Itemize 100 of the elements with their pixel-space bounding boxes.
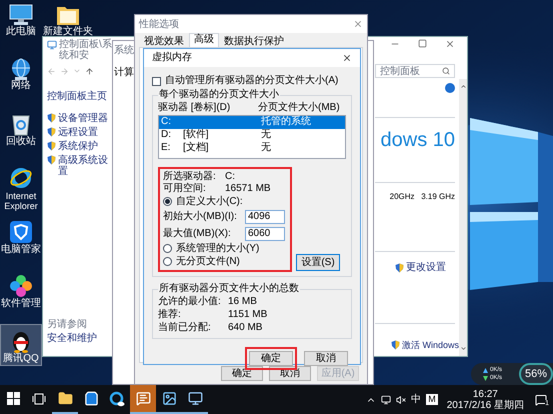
icon-label: 回收站 [6,137,36,147]
list-row[interactable]: D: [软件] 无 [159,129,345,142]
desktop-icon[interactable]: 此电脑 [0,0,42,38]
tab[interactable]: 高级 [189,33,219,47]
sidebar-link[interactable]: 高级系统设置 [58,155,113,177]
desktop-icon[interactable]: 网络 [0,54,42,92]
radio-button[interactable] [163,197,172,206]
radio-button[interactable] [163,244,172,253]
column-header: 驱动器 [卷标](D) [158,102,232,114]
search-field[interactable]: 控制面板 [375,64,455,78]
field-label: 所选驱动器: [163,171,217,182]
field-label: 推荐: [158,309,182,321]
maximize-icon[interactable] [418,39,427,48]
field-label: 当前已分配: [158,322,212,334]
radio-label: 自定义大小(C): [176,196,243,208]
shield-icon [47,113,56,123]
cloud-ring-icon [109,390,125,406]
sidebar-link[interactable]: 设备管理器 [58,113,108,124]
chat-icon [136,391,150,406]
clock[interactable]: 16:27 2017/2/16 星期四 [442,388,528,410]
ime-indicator[interactable]: 中 [411,392,422,407]
drive-size: 无 [261,129,272,142]
window-title: 性能选项 [139,18,179,32]
input-field[interactable]: 4096 [245,210,285,224]
network-icon[interactable] [381,394,392,404]
penguin-icon [10,329,32,353]
down-arrow-icon [483,376,488,380]
icon-label: 网络 [11,81,31,91]
change-settings-link[interactable]: 更改设置 [406,260,446,275]
dialog-button[interactable]: 取消 [304,351,348,366]
image-icon [162,391,176,406]
shield-icon [391,340,400,350]
field-label: 可用空间: [163,183,207,195]
folder-icon [58,391,72,406]
sidebar-link[interactable]: 安全和维护 [47,333,113,344]
desktop-icon[interactable]: 回收站 [0,108,42,148]
list-row[interactable]: E: [文档] 无 [159,142,345,155]
field-label: 最大值(MB)(X): [163,228,232,240]
search-icon [442,67,450,75]
monitor-icon [188,391,202,406]
dialog-button[interactable]: 确定 [249,351,293,366]
radio-button[interactable] [163,257,172,266]
shield-icon [47,155,56,165]
scrollbar[interactable] [459,79,467,356]
scroll-up-icon[interactable] [460,83,466,90]
clock-time: 16:27 [472,388,498,400]
desktop-icon[interactable]: 电脑管家 [0,216,42,256]
icon-label: Internet Explorer [3,191,39,211]
shield-icon [47,127,56,137]
checkbox[interactable] [152,76,161,86]
task-view-icon [32,392,46,404]
field-value: 16571 MB [225,183,272,195]
up-icon[interactable] [85,66,94,76]
field-value: C: [225,171,236,183]
close-icon[interactable] [342,53,352,63]
checkbox-label: 自动管理所有驱动器的分页文件大小(A) [165,75,338,87]
group-label: 每个驱动器的分页文件大小 [158,89,280,101]
windows-icon [6,392,20,405]
volume-muted-icon[interactable] [396,394,406,404]
icon-label: 电脑管家 [1,245,41,255]
drive-letter: E: [161,142,172,155]
input-field[interactable]: 6060 [245,226,285,240]
sidebar-link[interactable]: 系统保护 [58,141,98,152]
up-arrow-icon [483,368,488,372]
drive-volume: [文档] [183,142,210,155]
desktop-icon[interactable]: Internet Explorer [0,162,42,212]
shopping-bag-icon [84,391,98,406]
desktop-icon[interactable]: 腾讯QQ [0,324,42,366]
tab[interactable]: 计算 [114,65,134,80]
window-title: 控制面板\系统和安 [59,39,113,61]
window-title: 虚拟内存 [152,52,192,64]
icon-label: 此电脑 [6,27,36,37]
drive-list[interactable]: C: 托管的系统 D: [软件] 无 E: [文档] 无 [158,115,346,159]
list-row[interactable]: C: 托管的系统 [159,116,345,129]
field-label: 允许的最小值: [158,296,222,308]
column-header: 分页文件大小(MB) [258,102,341,114]
icon-label: 腾讯QQ [3,354,39,364]
shield-icon [9,220,33,244]
drive-size: 托管的系统 [261,116,312,129]
field-value: 640 MB [228,322,264,334]
drive-size: 无 [261,142,272,155]
activate-link[interactable]: 激活 Windows [402,338,460,352]
sidebar-link[interactable]: 控制面板主页 [47,91,107,102]
ime-mode[interactable]: M [426,394,438,405]
close-icon[interactable] [445,39,455,49]
edition-text: dows 10 [380,128,455,153]
usage-gauge: 56% [519,363,553,385]
folder-icon [56,4,80,26]
set-button[interactable]: 设置(S) [296,254,340,271]
scroll-down-icon[interactable] [460,345,466,352]
shield-icon [47,141,56,151]
monitor-icon [47,40,57,50]
field-value: 1151 MB [228,309,268,321]
drive-letter: D: [161,129,172,142]
sidebar-link[interactable]: 远程设置 [58,127,98,138]
desktop-icon[interactable]: 新建文件夹 [42,0,94,38]
clock-date: 2017/2/16 星期四 [446,400,524,410]
desktop-icon[interactable]: 软件管理 [0,270,42,310]
field-label: 初始大小(MB)(I): [163,210,238,222]
orbit-ring-icon [9,166,33,190]
